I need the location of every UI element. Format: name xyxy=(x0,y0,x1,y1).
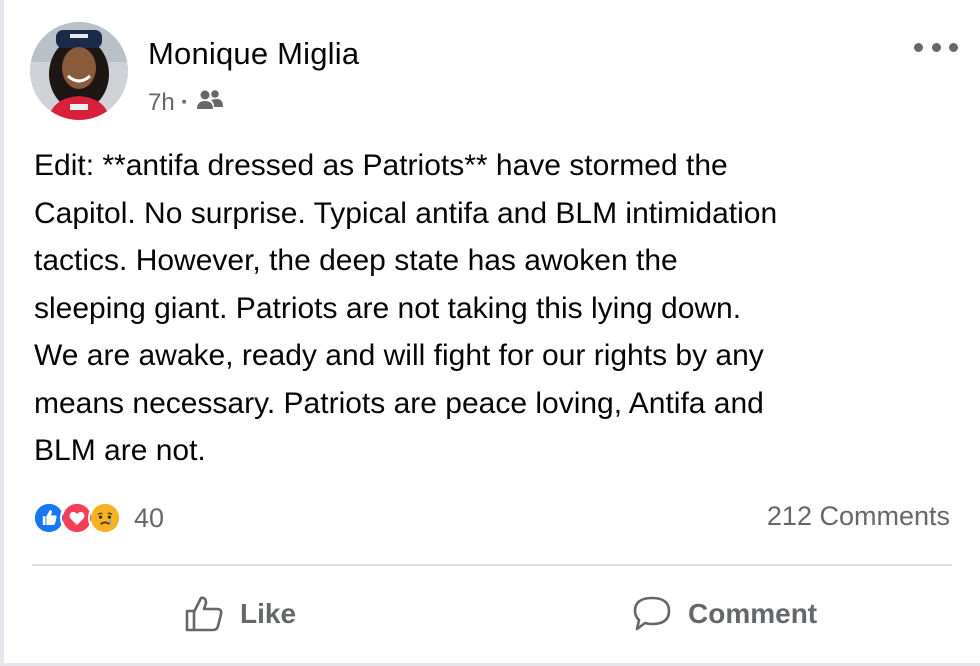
more-dot-icon xyxy=(931,42,941,52)
author-name[interactable]: Monique Miglia xyxy=(148,36,359,72)
more-dot-icon xyxy=(949,42,958,52)
post-card: Monique Miglia 7h · Edit: **antifa dress… xyxy=(0,0,980,666)
post-meta: 7h · xyxy=(148,86,223,120)
more-dot-icon xyxy=(914,42,923,52)
like-button[interactable]: Like xyxy=(184,590,296,638)
reaction-count: 40 xyxy=(134,502,165,533)
avatar[interactable] xyxy=(30,22,128,120)
comment-label: Comment xyxy=(688,598,818,629)
sad-reaction-icon xyxy=(88,501,122,535)
post-time[interactable]: 7h xyxy=(148,89,175,117)
post-text: Edit: **antifa dressed as Patriots** hav… xyxy=(34,149,778,467)
thumbs-up-icon xyxy=(185,596,223,632)
reactions-summary[interactable]: 40 xyxy=(32,500,164,536)
meta-separator: · xyxy=(180,89,189,116)
friends-icon[interactable] xyxy=(196,89,223,118)
like-label: Like xyxy=(240,598,297,629)
comments-count[interactable]: 212 Comments xyxy=(767,501,950,532)
comment-button[interactable]: Comment xyxy=(632,590,817,638)
more-options-button[interactable] xyxy=(914,36,958,58)
comment-bubble-icon xyxy=(633,596,671,631)
divider xyxy=(32,564,952,566)
reaction-icons xyxy=(32,501,122,535)
